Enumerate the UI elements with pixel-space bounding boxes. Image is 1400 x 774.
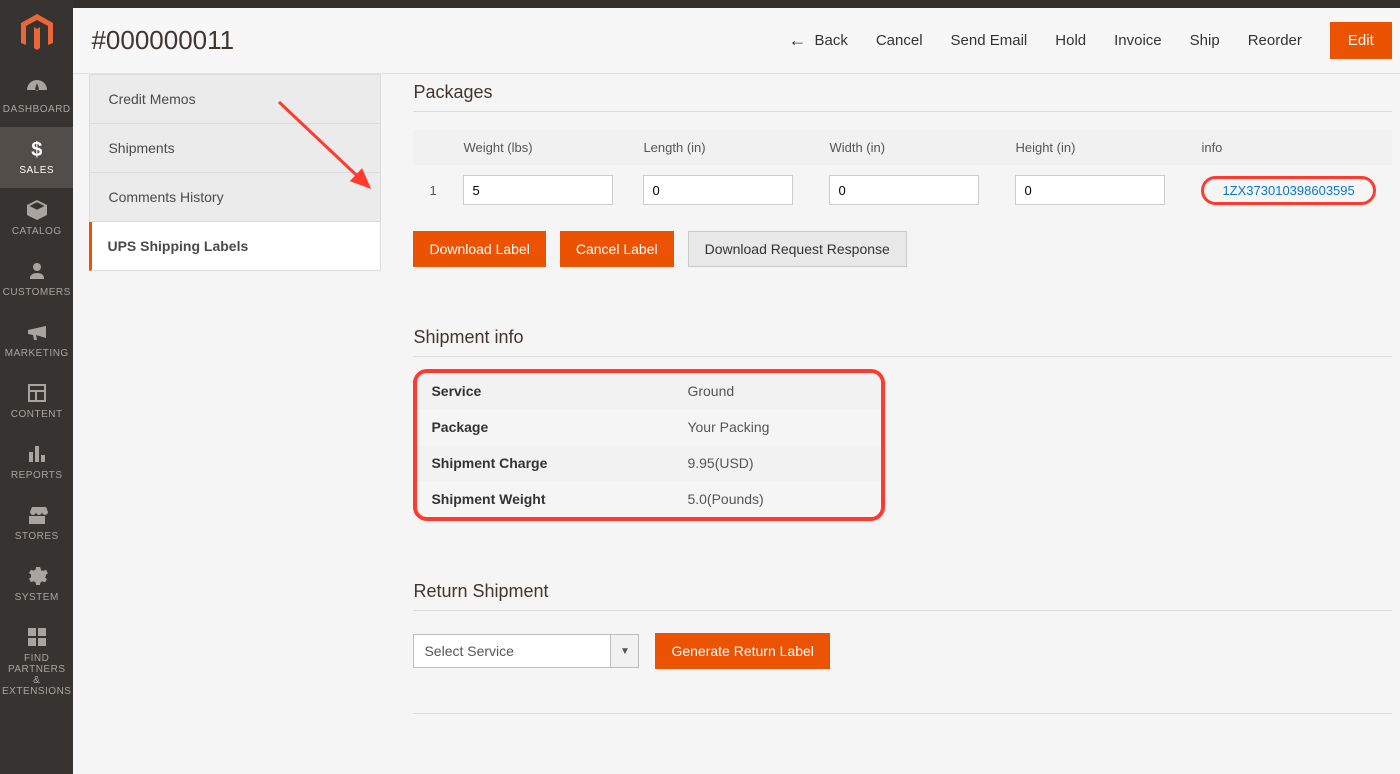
back-label: Back — [814, 32, 847, 49]
nav-catalog[interactable]: CATALOG — [0, 188, 73, 249]
nav-label: DASHBOARD — [2, 104, 71, 115]
length-input[interactable] — [643, 175, 793, 205]
ship-key: Service — [431, 383, 687, 399]
width-input[interactable] — [829, 175, 979, 205]
tracking-number-link[interactable]: 1ZX373010398603595 — [1201, 176, 1375, 205]
nav-label: CONTENT — [2, 409, 71, 420]
cancel-button[interactable]: Cancel — [876, 32, 923, 49]
download-request-response-button[interactable]: Download Request Response — [688, 231, 907, 267]
weight-input[interactable] — [463, 175, 613, 205]
ship-value: Ground — [687, 383, 734, 399]
col-height: Height (in) — [1015, 140, 1201, 155]
nav-sales[interactable]: $ SALES — [0, 127, 73, 188]
order-actions: ← Back Cancel Send Email Hold Invoice Sh… — [788, 22, 1391, 59]
shipment-info-row: Shipment Charge 9.95(USD) — [417, 445, 881, 481]
nav-dashboard[interactable]: DASHBOARD — [0, 66, 73, 127]
nav-label: CUSTOMERS — [2, 287, 71, 298]
shipment-info-title: Shipment info — [413, 327, 1391, 348]
nav-stores[interactable]: STORES — [0, 493, 73, 554]
ship-key: Shipment Charge — [431, 455, 687, 471]
reorder-button[interactable]: Reorder — [1248, 32, 1302, 49]
chevron-down-icon: ▼ — [611, 634, 639, 668]
top-dark-bar — [73, 0, 1400, 8]
nav-reports[interactable]: REPORTS — [0, 432, 73, 493]
annotation-arrow — [269, 92, 389, 212]
nav-label: STORES — [2, 531, 71, 542]
order-action-bar: #000000011 ← Back Cancel Send Email Hold… — [73, 8, 1400, 74]
ship-key: Shipment Weight — [431, 491, 687, 507]
nav-label: FIND PARTNERS & EXTENSIONS — [2, 653, 71, 697]
bars-icon — [25, 442, 49, 466]
nav-label: SALES — [2, 165, 71, 176]
col-weight: Weight (lbs) — [463, 140, 643, 155]
return-shipment-title: Return Shipment — [413, 581, 1391, 602]
nav-label: CATALOG — [2, 226, 71, 237]
tab-ups-shipping-labels[interactable]: UPS Shipping Labels — [89, 222, 381, 271]
nav-content[interactable]: CONTENT — [0, 371, 73, 432]
admin-sidebar: DASHBOARD $ SALES CATALOG CUSTOMERS MARK… — [0, 0, 73, 774]
send-email-button[interactable]: Send Email — [951, 32, 1028, 49]
cancel-label-button[interactable]: Cancel Label — [560, 231, 674, 267]
magento-logo[interactable] — [0, 0, 73, 66]
return-shipment-row: Select Service ▼ Generate Return Label — [413, 633, 1391, 669]
ship-button[interactable]: Ship — [1190, 32, 1220, 49]
service-select[interactable]: Select Service ▼ — [413, 634, 639, 668]
invoice-button[interactable]: Invoice — [1114, 32, 1162, 49]
gear-icon — [25, 564, 49, 588]
divider — [413, 610, 1391, 611]
col-length: Length (in) — [643, 140, 829, 155]
ship-value: Your Packing — [687, 419, 769, 435]
shipment-info-box: Service Ground Package Your Packing Ship… — [413, 369, 885, 521]
col-width: Width (in) — [829, 140, 1015, 155]
page-title: #000000011 — [91, 25, 234, 56]
person-icon — [25, 259, 49, 283]
shipment-info-row: Shipment Weight 5.0(Pounds) — [417, 481, 881, 517]
divider — [413, 356, 1391, 357]
package-row: 1 1ZX373010398603595 — [413, 165, 1391, 215]
nav-partners[interactable]: FIND PARTNERS & EXTENSIONS — [0, 615, 73, 709]
blocks-icon — [25, 625, 49, 649]
back-button[interactable]: ← Back — [788, 30, 847, 51]
store-icon — [25, 503, 49, 527]
cube-icon — [25, 198, 49, 222]
edit-button[interactable]: Edit — [1330, 22, 1392, 59]
download-label-button[interactable]: Download Label — [413, 231, 545, 267]
packages-button-row: Download Label Cancel Label Download Req… — [413, 231, 1391, 267]
gauge-icon — [25, 76, 49, 100]
nav-system[interactable]: SYSTEM — [0, 554, 73, 615]
packages-title: Packages — [413, 82, 1391, 103]
bullhorn-icon — [25, 320, 49, 344]
ship-key: Package — [431, 419, 687, 435]
nav-label: REPORTS — [2, 470, 71, 481]
packages-header-row: Weight (lbs) Length (in) Width (in) Heig… — [413, 130, 1391, 165]
nav-label: SYSTEM — [2, 592, 71, 603]
generate-return-label-button[interactable]: Generate Return Label — [655, 633, 829, 669]
dollar-icon: $ — [25, 137, 49, 161]
shipment-info-row: Package Your Packing — [417, 409, 881, 445]
nav-marketing[interactable]: MARKETING — [0, 310, 73, 371]
magento-icon — [20, 14, 54, 52]
package-index: 1 — [429, 183, 463, 198]
hold-button[interactable]: Hold — [1055, 32, 1086, 49]
divider — [413, 713, 1391, 714]
col-info: info — [1201, 140, 1375, 155]
nav-label: MARKETING — [2, 348, 71, 359]
ship-value: 5.0(Pounds) — [687, 491, 763, 507]
service-select-value: Select Service — [413, 634, 611, 668]
shipment-info-row: Service Ground — [417, 373, 881, 409]
divider — [413, 111, 1391, 112]
arrow-left-icon: ← — [788, 30, 806, 51]
svg-text:$: $ — [31, 139, 43, 161]
height-input[interactable] — [1015, 175, 1165, 205]
page: #000000011 ← Back Cancel Send Email Hold… — [73, 0, 1400, 774]
nav-customers[interactable]: CUSTOMERS — [0, 249, 73, 310]
ship-value: 9.95(USD) — [687, 455, 753, 471]
content: Credit Memos Shipments Comments History … — [73, 74, 1400, 774]
layout-icon — [25, 381, 49, 405]
main-panel: Packages Weight (lbs) Length (in) Width … — [381, 74, 1400, 734]
